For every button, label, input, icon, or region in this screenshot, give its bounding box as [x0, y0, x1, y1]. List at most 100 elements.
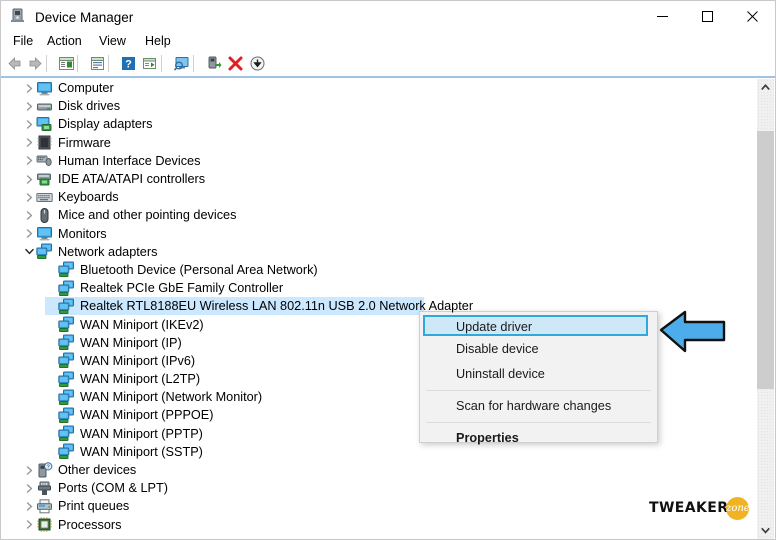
tree-item-ports-com-lpt[interactable]: Ports (COM & LPT): [1, 479, 753, 497]
chevron-right-icon[interactable]: [23, 79, 36, 97]
network-adapter-icon: [58, 352, 75, 369]
device-manager-icon: [10, 7, 26, 28]
device-tree[interactable]: Computer Disk drives Display adapters Firmw…: [1, 79, 753, 539]
tree-item-monitors[interactable]: Monitors: [1, 225, 753, 243]
menu-file[interactable]: File: [7, 33, 39, 49]
tree-item-human-interface-devices[interactable]: Human Interface Devices: [1, 152, 753, 170]
menu-view[interactable]: View: [93, 33, 132, 49]
tree-item-keyboards[interactable]: Keyboards: [1, 188, 753, 206]
tree-item-processors[interactable]: Processors: [1, 516, 753, 534]
tree-item-label: WAN Miniport (IP): [80, 335, 182, 350]
menu-action[interactable]: Action: [41, 33, 88, 49]
tree-item-label: Computer: [58, 81, 114, 96]
show-hide-console-tree-button[interactable]: [56, 53, 77, 74]
network-adapter-icon: [58, 371, 75, 388]
tree-item-label: Firmware: [58, 135, 111, 150]
forward-button[interactable]: [25, 53, 46, 74]
context-menu[interactable]: Update driver Disable device Uninstall d…: [419, 311, 658, 445]
help-button[interactable]: ?: [118, 53, 139, 74]
chevron-right-icon[interactable]: [23, 479, 36, 497]
tree-item-disk-drives[interactable]: Disk drives: [1, 97, 753, 115]
network-adapter-icon: [58, 261, 75, 278]
title-bar-left: Device Manager: [10, 7, 133, 28]
tree-item-other-devices[interactable]: ? Other devices: [1, 461, 753, 479]
hid-icon: [36, 152, 53, 169]
menu-help[interactable]: Help: [139, 33, 177, 49]
chevron-right-icon[interactable]: [23, 152, 36, 170]
mouse-icon: [36, 207, 53, 224]
context-menu-item-properties[interactable]: Properties: [420, 426, 657, 451]
window-title: Device Manager: [35, 9, 134, 25]
tree-item-label: Display adapters: [58, 117, 153, 132]
network-adapter-icon: [58, 280, 75, 297]
scroll-down-button[interactable]: [757, 522, 774, 539]
tree-item-ide-ata-atapi-controllers[interactable]: IDE ATA/ATAPI controllers: [1, 170, 753, 188]
chevron-right-icon[interactable]: [23, 170, 36, 188]
svg-text:?: ?: [46, 464, 50, 470]
close-button[interactable]: [730, 1, 775, 31]
no-expander: [45, 388, 58, 406]
watermark-badge-text: zone: [726, 502, 750, 514]
tree-item-label: Disk drives: [58, 99, 121, 114]
context-menu-item-scan-hardware[interactable]: Scan for hardware changes: [420, 394, 657, 419]
scroll-up-button[interactable]: [757, 79, 774, 96]
tree-item-label: Human Interface Devices: [58, 153, 201, 168]
chevron-right-icon[interactable]: [23, 461, 36, 479]
window-controls: [640, 1, 775, 31]
properties-button[interactable]: [87, 53, 108, 74]
context-menu-item-disable-device[interactable]: Disable device: [420, 337, 657, 362]
context-menu-item-uninstall-device[interactable]: Uninstall device: [420, 362, 657, 387]
toolbar: ?: [1, 51, 775, 76]
display-adapter-icon: [36, 116, 53, 133]
tree-item-label: Realtek PCIe GbE Family Controller: [80, 281, 284, 296]
tree-item-firmware[interactable]: Firmware: [1, 134, 753, 152]
chevron-right-icon[interactable]: [23, 188, 36, 206]
scrollbar-thumb[interactable]: [757, 131, 774, 389]
tree-item-label: Ports (COM & LPT): [58, 481, 168, 496]
left-pointing-arrow-icon: [658, 308, 728, 360]
other-device-icon: ?: [36, 461, 53, 479]
no-expander: [45, 297, 58, 315]
tree-item-label: Realtek RTL8188EU Wireless LAN 802.11n U…: [80, 299, 474, 314]
toolbar-separator: [161, 55, 162, 72]
tree-item-label: Mice and other pointing devices: [58, 208, 237, 223]
tree-item-print-queues[interactable]: Print queues: [1, 497, 753, 515]
tree-item-mice-and-other-pointing-devices[interactable]: Mice and other pointing devices: [1, 206, 753, 224]
network-adapter-icon: [58, 425, 75, 442]
watermark-wordmark: TWEAKER: [649, 500, 729, 516]
chevron-right-icon[interactable]: [23, 497, 36, 515]
tree-item-display-adapters[interactable]: Display adapters: [1, 115, 753, 133]
chevron-down-icon[interactable]: [23, 243, 36, 261]
tree-item-network-adapters[interactable]: Network adapters: [1, 243, 753, 261]
toolbar-separator: [193, 55, 194, 72]
chevron-right-icon[interactable]: [23, 115, 36, 133]
chevron-right-icon[interactable]: [23, 225, 36, 243]
scan-hardware-changes-button[interactable]: [171, 53, 192, 74]
uninstall-device-button[interactable]: [225, 53, 246, 74]
minimize-button[interactable]: [640, 1, 685, 31]
tree-item-label: Monitors: [58, 226, 107, 241]
chevron-right-icon[interactable]: [23, 206, 36, 224]
tree-item-computer[interactable]: Computer: [1, 79, 753, 97]
no-expander: [45, 406, 58, 424]
update-driver-button[interactable]: [203, 53, 224, 74]
tree-vertical-scrollbar[interactable]: [757, 79, 774, 539]
tree-item-bluetooth-device-personal-area-network[interactable]: Bluetooth Device (Personal Area Network): [1, 261, 753, 279]
maximize-button[interactable]: [685, 1, 730, 31]
context-menu-item-update-driver[interactable]: Update driver: [423, 315, 648, 336]
ide-controller-icon: [36, 171, 53, 188]
network-adapter-icon: [58, 407, 75, 424]
network-adapter-icon: [58, 298, 75, 315]
disable-device-button[interactable]: [247, 53, 268, 74]
back-button[interactable]: [4, 53, 25, 74]
chevron-right-icon[interactable]: [23, 97, 36, 115]
network-adapter-icon: [58, 389, 75, 406]
context-menu-separator: [426, 422, 651, 423]
chevron-right-icon[interactable]: [23, 134, 36, 152]
tree-item-label: Keyboards: [58, 190, 119, 205]
action-menu-button[interactable]: [139, 53, 160, 74]
no-expander: [45, 279, 58, 297]
network-adapter-icon: [36, 243, 53, 260]
chevron-right-icon[interactable]: [23, 516, 36, 534]
tree-item-realtek-pcie-gbe-family-controller[interactable]: Realtek PCIe GbE Family Controller: [1, 279, 753, 297]
